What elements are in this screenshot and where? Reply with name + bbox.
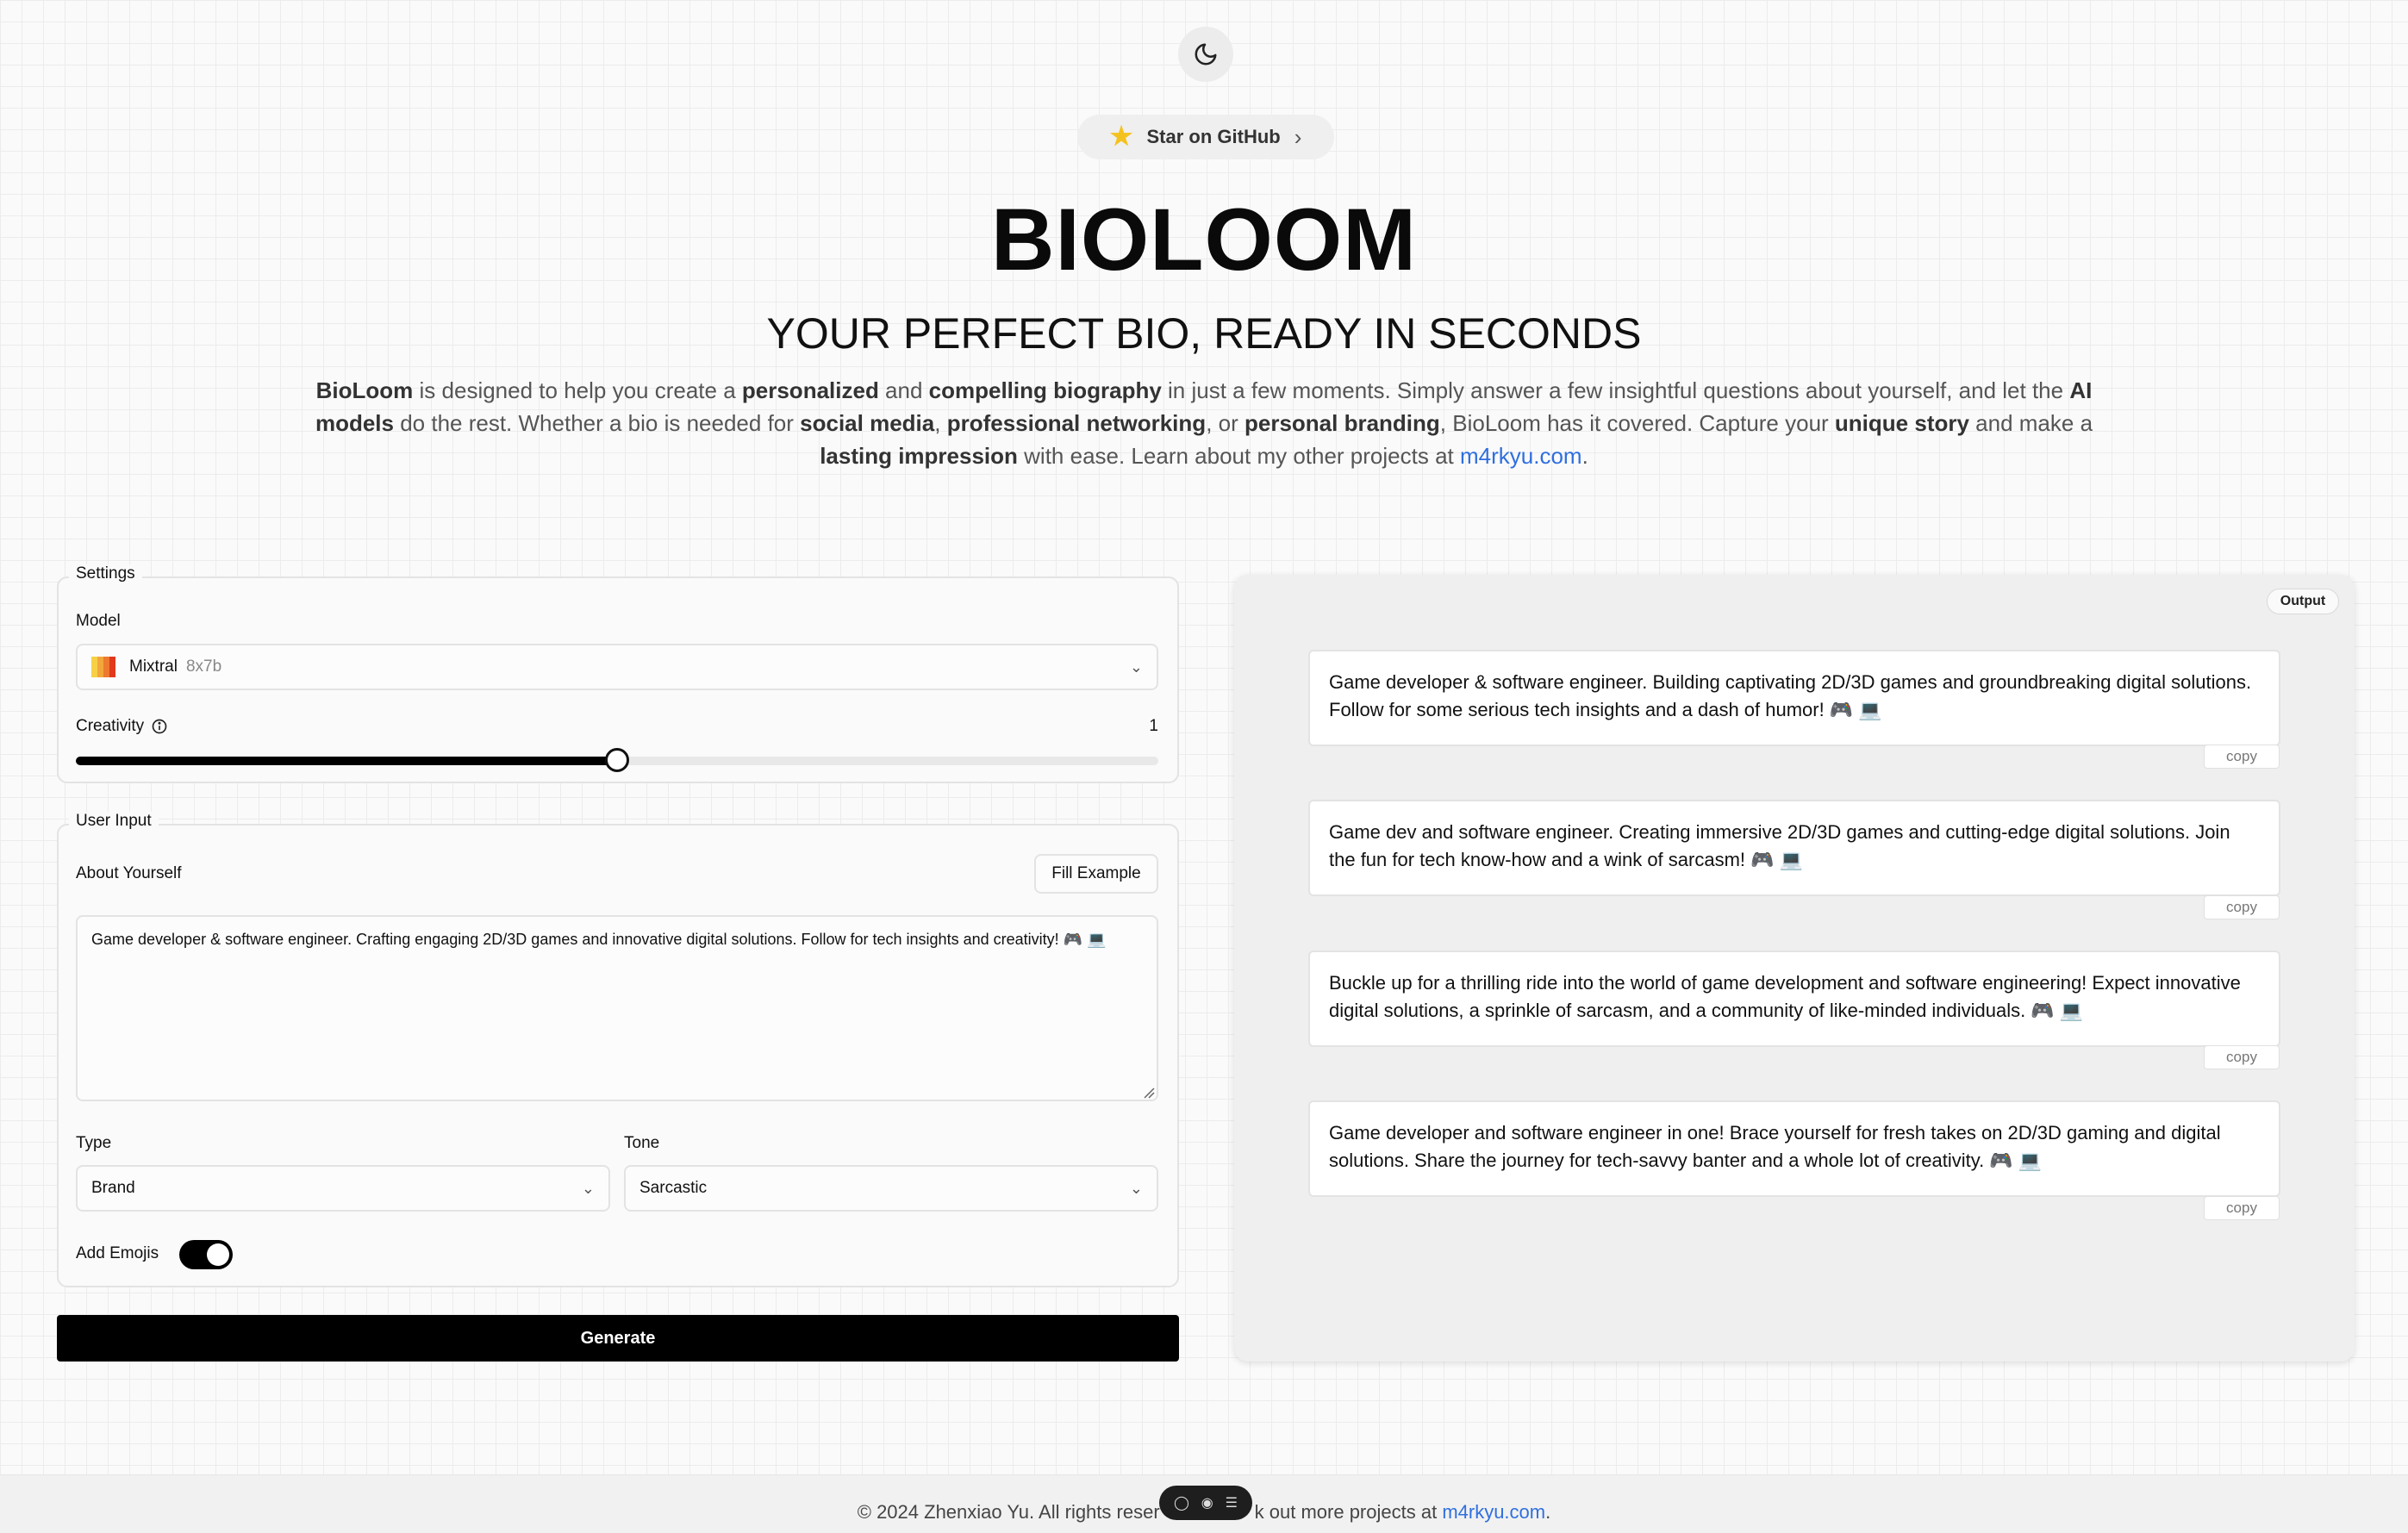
model-name: Mixtral bbox=[129, 657, 178, 676]
theme-toggle-button[interactable] bbox=[1178, 27, 1233, 82]
creativity-value: 1 bbox=[1149, 717, 1158, 735]
add-emojis-toggle[interactable] bbox=[179, 1240, 233, 1269]
star-icon: ★ bbox=[1109, 122, 1133, 151]
chevron-down-icon: ⌄ bbox=[1129, 1179, 1143, 1197]
model-select[interactable]: Mixtral 8x7b ⌄ bbox=[76, 644, 1158, 690]
star-on-github-link[interactable]: ★ Star on GitHub › bbox=[1077, 115, 1334, 159]
footer-link[interactable]: m4rkyu.com bbox=[1442, 1501, 1545, 1523]
dev-toolbar[interactable]: ◯ ◉ ☰ bbox=[1159, 1486, 1252, 1520]
chevron-down-icon: ⌄ bbox=[1129, 657, 1143, 676]
page-subtitle: YOUR PERFECT BIO, READY IN SECONDS bbox=[766, 309, 1642, 358]
github-label: Star on GitHub bbox=[1146, 126, 1281, 147]
fill-example-button[interactable]: Fill Example bbox=[1034, 854, 1158, 894]
page-title: BIOLOOM bbox=[990, 190, 1418, 289]
copy-button[interactable]: copy bbox=[2204, 1045, 2280, 1069]
model-label: Model bbox=[76, 612, 121, 630]
moon-icon bbox=[1195, 43, 1217, 65]
bio-card-3: Buckle up for a thrilling ride into the … bbox=[1308, 950, 2280, 1047]
mistral-logo-icon bbox=[91, 657, 115, 677]
creativity-label: Creativity bbox=[76, 717, 168, 736]
generate-button[interactable]: Generate bbox=[57, 1315, 1179, 1362]
bio-card-1: Game developer & software engineer. Buil… bbox=[1308, 650, 2280, 746]
chevron-right-icon: › bbox=[1294, 123, 1302, 150]
toggle-knob bbox=[207, 1243, 229, 1266]
about-yourself-textarea[interactable]: Game developer & software engineer. Craf… bbox=[76, 915, 1158, 1101]
bio-card-2: Game dev and software engineer. Creating… bbox=[1308, 800, 2280, 896]
copy-button[interactable]: copy bbox=[2204, 895, 2280, 919]
page-description: BioLoom is designed to help you create a… bbox=[315, 377, 2093, 469]
model-variant: 8x7b bbox=[185, 657, 222, 676]
bio-card-4: Game developer and software engineer in … bbox=[1308, 1100, 2280, 1197]
creativity-slider-fill bbox=[76, 757, 617, 765]
type-value: Brand bbox=[91, 1179, 135, 1197]
user-input-legend: User Input bbox=[69, 812, 159, 831]
settings-legend: Settings bbox=[69, 564, 142, 583]
copy-button[interactable]: copy bbox=[2204, 1196, 2280, 1220]
eye-icon[interactable]: ◉ bbox=[1201, 1494, 1213, 1511]
creativity-slider-thumb[interactable] bbox=[605, 748, 629, 772]
chevron-down-icon: ⌄ bbox=[581, 1179, 595, 1197]
info-icon[interactable] bbox=[151, 718, 168, 735]
projects-link[interactable]: m4rkyu.com bbox=[1460, 443, 1582, 469]
about-yourself-label: About Yourself bbox=[76, 864, 182, 882]
resize-handle-icon[interactable] bbox=[1143, 1087, 1155, 1099]
type-select[interactable]: Brand ⌄ bbox=[76, 1165, 610, 1212]
chat-icon[interactable]: ◯ bbox=[1174, 1494, 1189, 1511]
tone-label: Tone bbox=[624, 1134, 660, 1152]
tone-value: Sarcastic bbox=[639, 1179, 708, 1197]
output-badge: Output bbox=[2267, 589, 2339, 614]
type-label: Type bbox=[76, 1134, 112, 1152]
copy-button[interactable]: copy bbox=[2204, 745, 2280, 769]
tone-select[interactable]: Sarcastic ⌄ bbox=[624, 1165, 1158, 1212]
settings-icon[interactable]: ☰ bbox=[1226, 1494, 1238, 1511]
add-emojis-label: Add Emojis bbox=[76, 1244, 159, 1262]
